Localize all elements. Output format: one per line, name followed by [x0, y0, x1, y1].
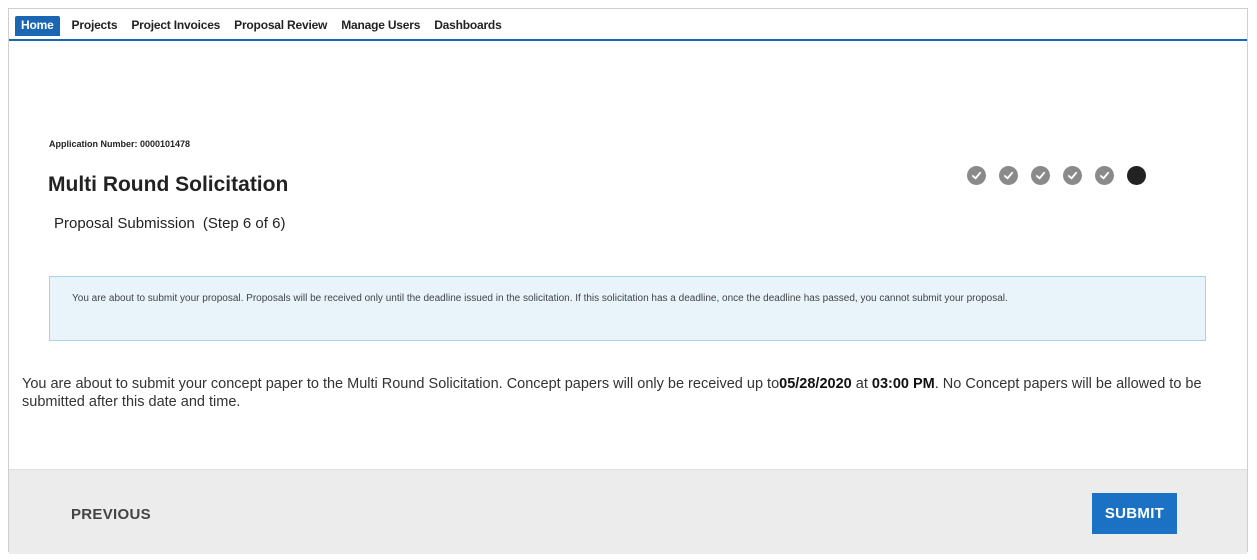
submit-button[interactable]: SUBMIT: [1092, 493, 1177, 534]
top-navigation: Home Projects Project Invoices Proposal …: [9, 9, 1247, 41]
info-message: You are about to submit your proposal. P…: [49, 276, 1206, 341]
checkmark-icon: [1003, 171, 1014, 180]
previous-button[interactable]: PREVIOUS: [71, 506, 151, 523]
page-title: Multi Round Solicitation: [48, 173, 289, 196]
info-message-text: You are about to submit your proposal. P…: [72, 293, 1008, 304]
application-number: Application Number: 0000101478: [49, 139, 191, 149]
checkmark-icon: [1035, 171, 1046, 180]
step-completed-dot: [1095, 166, 1114, 185]
step-indicator: Proposal Submission (Step 6 of 6): [54, 215, 285, 232]
checkmark-icon: [1099, 171, 1110, 180]
concept-text-before: You are about to submit your concept pap…: [22, 376, 780, 392]
progress-steps: [967, 166, 1146, 185]
deadline-date: 05/28/2020: [779, 376, 852, 392]
concept-paper-notice: You are about to submit your concept pap…: [22, 375, 1242, 411]
step-completed-dot: [1031, 166, 1050, 185]
nav-project-invoices[interactable]: Project Invoices: [131, 19, 220, 32]
nav-home[interactable]: Home: [15, 16, 60, 36]
checkmark-icon: [971, 171, 982, 180]
step-count: (Step 6 of 6): [202, 215, 286, 232]
checkmark-icon: [1067, 171, 1078, 180]
nav-dashboards[interactable]: Dashboards: [434, 19, 502, 32]
nav-proposal-review[interactable]: Proposal Review: [234, 19, 327, 32]
deadline-time: 03:00 PM: [871, 376, 935, 392]
step-completed-dot: [1063, 166, 1082, 185]
step-completed-dot: [999, 166, 1018, 185]
step-current-dot: [1127, 166, 1146, 185]
nav-manage-users[interactable]: Manage Users: [341, 19, 420, 32]
app-frame: Home Projects Project Invoices Proposal …: [8, 8, 1248, 554]
footer-actions: PREVIOUS SUBMIT: [9, 469, 1247, 554]
nav-projects[interactable]: Projects: [72, 19, 118, 32]
step-name: Proposal Submission: [54, 215, 195, 232]
step-completed-dot: [967, 166, 986, 185]
concept-at: at: [855, 376, 868, 392]
